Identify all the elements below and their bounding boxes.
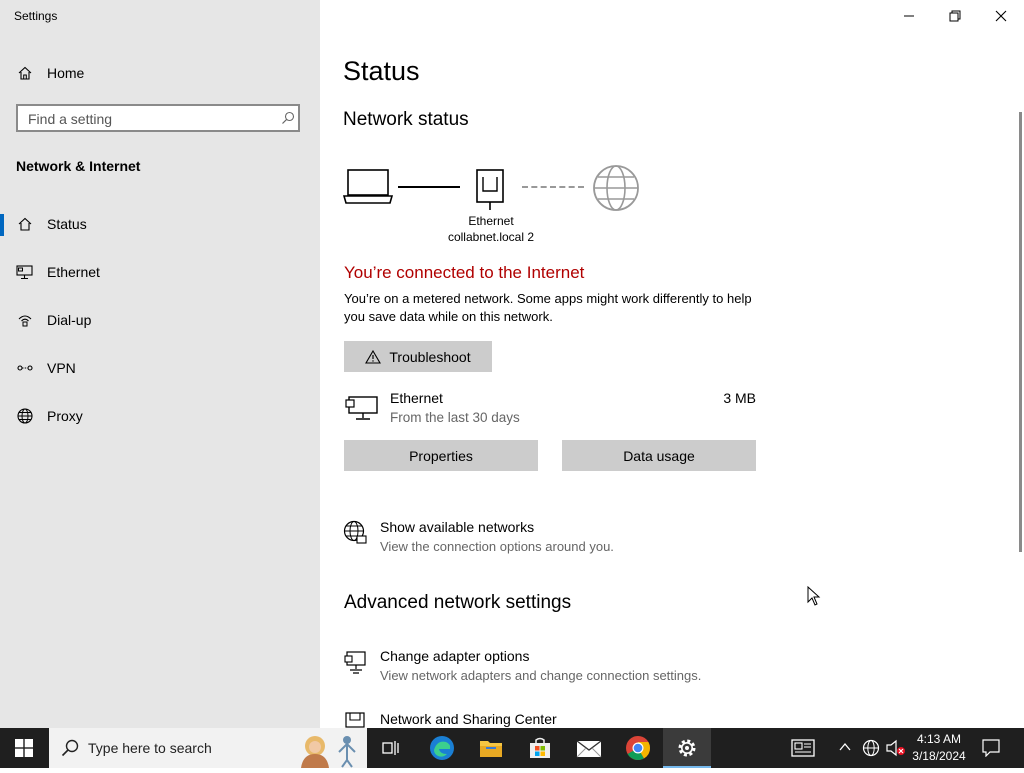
- taskbar-search-box[interactable]: Type here to search: [49, 728, 367, 768]
- dialup-icon: [16, 311, 34, 329]
- change-adapter-subtitle: View network adapters and change connect…: [380, 668, 702, 683]
- network-globe-icon: [343, 520, 367, 551]
- action-center-button[interactable]: [982, 739, 1000, 762]
- restore-button[interactable]: [932, 0, 978, 32]
- volume-muted-icon: [886, 739, 905, 757]
- sidebar-item-label: Status: [47, 216, 87, 232]
- clock-time: 4:13 AM: [916, 732, 962, 746]
- data-usage-button[interactable]: Data usage: [562, 440, 756, 471]
- sidebar-item-label: Ethernet: [47, 264, 100, 280]
- close-button[interactable]: [978, 0, 1024, 32]
- mail-icon: [576, 740, 602, 758]
- mail-button[interactable]: [565, 728, 613, 768]
- advanced-settings-heading: Advanced network settings: [344, 592, 572, 613]
- sidebar-item-status[interactable]: Status: [0, 204, 320, 244]
- show-networks-link[interactable]: Show available networks: [380, 519, 534, 535]
- clock-date: 3/18/2024: [912, 749, 966, 763]
- search-highlight-image: [295, 730, 365, 773]
- search-input[interactable]: [28, 110, 268, 128]
- sidebar-item-label: VPN: [47, 360, 76, 376]
- ethernet-port-icon: [476, 169, 504, 216]
- internet-link-line: [522, 186, 584, 188]
- start-button[interactable]: [0, 728, 48, 768]
- minimize-icon: [904, 15, 914, 17]
- folder-icon: [480, 741, 502, 757]
- taskbar-search-placeholder: Type here to search: [88, 740, 212, 756]
- gear-icon: [678, 739, 696, 757]
- volume-tray-button[interactable]: [886, 739, 906, 762]
- chrome-button[interactable]: [614, 728, 662, 768]
- windows-logo-icon: [15, 739, 33, 757]
- sidebar-item-ethernet[interactable]: Ethernet: [0, 252, 320, 292]
- sidebar-item-vpn[interactable]: VPN: [0, 348, 320, 388]
- minimize-button[interactable]: [886, 0, 932, 32]
- adapter-period: From the last 30 days: [390, 410, 520, 425]
- adapter-options-icon: [344, 651, 368, 680]
- ethernet-icon: [16, 263, 34, 281]
- adapter-name: Ethernet: [390, 390, 443, 406]
- sidebar-item-dialup[interactable]: Dial-up: [0, 300, 320, 340]
- sharing-center-link[interactable]: Network and Sharing Center: [380, 711, 557, 727]
- sidebar-item-proxy[interactable]: Proxy: [0, 396, 320, 436]
- change-adapter-link[interactable]: Change adapter options: [380, 648, 529, 664]
- file-explorer-button[interactable]: [467, 728, 515, 768]
- chevron-up-icon: [839, 742, 851, 751]
- connection-line: [398, 186, 460, 188]
- news-button[interactable]: [779, 728, 827, 768]
- taskbar-clock[interactable]: 4:13 AM 3/18/2024: [905, 731, 973, 765]
- adapter-usage: 3 MB: [723, 390, 756, 406]
- network-globe-tray-icon: [862, 739, 880, 757]
- home-icon: [16, 64, 34, 82]
- edge-button[interactable]: [418, 728, 466, 768]
- warning-icon: [365, 349, 382, 364]
- scrollbar[interactable]: [1019, 112, 1022, 552]
- search-field[interactable]: [16, 104, 300, 132]
- network-name: collabnet.local 2: [447, 230, 535, 244]
- page-title: Status: [343, 56, 420, 86]
- chrome-icon: [626, 736, 650, 761]
- task-view-button[interactable]: [367, 728, 415, 768]
- network-status-heading: Network status: [343, 109, 469, 130]
- troubleshoot-label: Troubleshoot: [389, 348, 471, 365]
- sidebar-item-home[interactable]: Home: [0, 53, 320, 93]
- globe-icon: [16, 407, 34, 425]
- properties-button[interactable]: Properties: [344, 440, 538, 471]
- ethernet-adapter-icon: [345, 394, 379, 427]
- window-title: Settings: [14, 9, 58, 23]
- show-networks-subtitle: View the connection options around you.: [380, 539, 614, 554]
- edge-icon: [430, 736, 454, 760]
- show-hidden-icons-button[interactable]: [838, 740, 852, 759]
- network-tray-button[interactable]: [862, 739, 880, 762]
- section-title: Network & Internet: [16, 158, 141, 174]
- sidebar: Settings Home Network & Internet Status …: [0, 0, 320, 728]
- restore-icon: [949, 10, 961, 22]
- store-icon: [530, 737, 550, 758]
- task-view-icon: [382, 741, 399, 755]
- sidebar-item-label: Proxy: [47, 408, 83, 424]
- news-icon: [791, 739, 815, 757]
- globe-icon: [592, 164, 640, 217]
- device-name: Ethernet: [468, 214, 514, 228]
- mouse-cursor-icon: [807, 585, 821, 611]
- laptop-icon: [342, 169, 394, 210]
- sidebar-item-label: Dial-up: [47, 312, 92, 328]
- search-icon: [61, 739, 79, 762]
- close-icon: [995, 10, 1007, 22]
- sidebar-item-label: Home: [47, 65, 85, 81]
- status-icon: [16, 215, 34, 233]
- vpn-icon: [16, 359, 34, 377]
- search-icon[interactable]: [281, 111, 295, 130]
- store-button[interactable]: [516, 728, 564, 768]
- connection-status-text: You’re connected to the Internet: [344, 263, 585, 282]
- notification-icon: [982, 739, 1000, 758]
- metered-description: You’re on a metered network. Some apps m…: [344, 291, 752, 324]
- settings-app-button[interactable]: [663, 728, 711, 768]
- troubleshoot-button[interactable]: Troubleshoot: [344, 341, 492, 372]
